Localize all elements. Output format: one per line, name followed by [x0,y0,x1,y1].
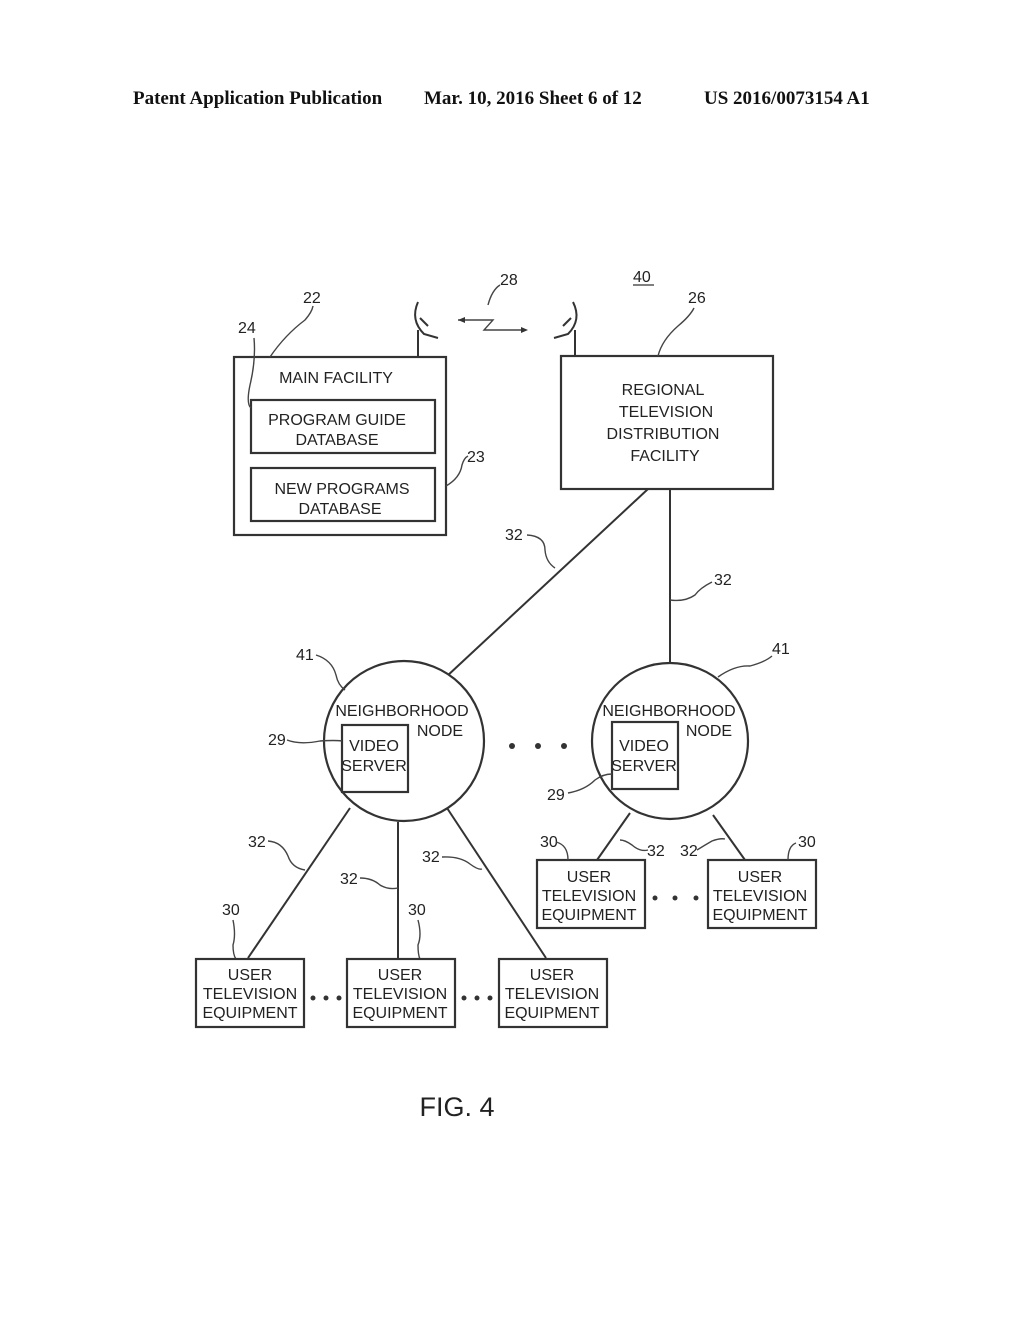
program-guide-db-ref: 24 [238,320,256,337]
main-facility-antenna-icon [414,301,439,356]
link-leader [669,581,713,602]
ute-label-1: USER [228,967,272,984]
ute-label-1: USER [738,869,782,886]
node-1-label-1: NEIGHBORHOOD [335,703,468,720]
link-ref: 32 [680,843,698,860]
ute-ref: 30 [222,902,240,919]
regional-distribution-facility: REGIONAL TELEVISION DISTRIBUTION FACILIT… [559,354,775,491]
node-2-label-1: NEIGHBORHOOD [602,703,735,720]
ute-label-1: USER [378,967,422,984]
link-leader [619,839,649,852]
link-node2-ute-a [596,812,631,861]
neighborhood-node-2: NEIGHBORHOOD NODE VIDEO SERVER [590,661,750,821]
link-ref: 32 [422,849,440,866]
link-ref: 32 [714,572,732,589]
main-facility-leader [269,305,314,358]
video-server-2-label-1: VIDEO [619,738,669,755]
node-2-label-2: NODE [686,723,732,740]
ute-leader [555,841,569,861]
video-server-2 [610,720,680,791]
system-ref: 40 [633,269,651,286]
figure-caption: FIG. 4 [419,1092,494,1122]
node-ellipsis [509,743,567,749]
program-guide-db-label-2: DATABASE [296,432,379,449]
video-server-1-label-2: SERVER [341,758,407,775]
regional-facility-label-1: REGIONAL [622,382,705,399]
link-node1-ute-c [446,807,547,959]
link-leader [359,877,399,890]
ute-label-3: EQUIPMENT [202,1005,297,1022]
node-2-leader [717,655,773,678]
main-facility: MAIN FACILITY PROGRAM GUIDE DATABASE NEW… [232,355,448,537]
link-regional-node-1 [445,488,649,678]
ute-leader [417,919,421,960]
ute-ellipsis-1 [310,995,342,1001]
user-tv-equipment-node1-a: USER TELEVISION EQUIPMENT [194,957,306,1029]
link-leader [267,840,306,871]
ute-label-2: TELEVISION [353,986,447,1003]
regional-facility-label-2: TELEVISION [619,404,713,421]
new-programs-db-leader [445,455,469,487]
video-server-2-ref: 29 [547,787,565,804]
regional-facility-antenna-icon [553,301,578,356]
link-ref: 32 [248,834,266,851]
ute-label-3: EQUIPMENT [504,1005,599,1022]
video-server-1-ref: 29 [268,732,286,749]
video-server-2-label-2: SERVER [611,758,677,775]
ute-label-2: TELEVISION [713,888,807,905]
link-node2-ute-b [712,814,746,861]
wireless-link [458,284,528,333]
new-programs-db-label-2: DATABASE [299,501,382,518]
link-ref: 32 [505,527,523,544]
ute-label-3: EQUIPMENT [712,907,807,924]
new-programs-db-ref: 23 [467,449,485,466]
ute-ref: 30 [798,834,816,851]
node-1-ref: 41 [296,647,314,664]
regional-facility-ref: 26 [688,290,706,307]
ute-label-2: TELEVISION [542,888,636,905]
ute-ellipsis-2 [461,995,493,1001]
user-tv-equipment-node1-c: USER TELEVISION EQUIPMENT [497,957,609,1029]
new-programs-db-label-1: NEW PROGRAMS [274,481,409,498]
ute-label-2: TELEVISION [505,986,599,1003]
user-tv-equipment-node2-a: USER TELEVISION EQUIPMENT [535,858,647,930]
ute-leader [787,842,797,861]
wireless-link-ref: 28 [500,272,518,289]
ute-ellipsis [652,895,699,901]
main-facility-title: MAIN FACILITY [279,370,393,387]
node-2-ref: 41 [772,641,790,658]
ute-label-3: EQUIPMENT [541,907,636,924]
ute-label-1: USER [530,967,574,984]
regional-facility-label-3: DISTRIBUTION [607,426,720,443]
user-tv-equipment-node2-b: USER TELEVISION EQUIPMENT [706,858,818,930]
ute-label-1: USER [567,869,611,886]
link-ref: 32 [340,871,358,888]
link-node1-ute-a [247,807,351,959]
link-leader [441,856,483,870]
patent-figure: 40 28 MAIN FACILITY PROGRAM GUIDE DATABA… [194,269,818,1122]
link-leader [526,534,556,569]
node-1-label-2: NODE [417,723,463,740]
regional-facility-leader [657,307,695,357]
video-server-1-label-1: VIDEO [349,738,399,755]
regional-facility-label-4: FACILITY [630,448,700,465]
program-guide-db-label-1: PROGRAM GUIDE [268,412,406,429]
main-facility-ref: 22 [303,290,321,307]
ute-leader [232,919,237,960]
ute-label-3: EQUIPMENT [352,1005,447,1022]
neighborhood-node-1: NEIGHBORHOOD NODE VIDEO SERVER [322,659,486,823]
user-tv-equipment-node1-b: USER TELEVISION EQUIPMENT [345,957,457,1029]
ute-ref: 30 [408,902,426,919]
link-ref: 32 [647,843,665,860]
link-leader [696,838,726,851]
node-1-leader [315,654,346,691]
ute-label-2: TELEVISION [203,986,297,1003]
ute-ref: 30 [540,834,558,851]
